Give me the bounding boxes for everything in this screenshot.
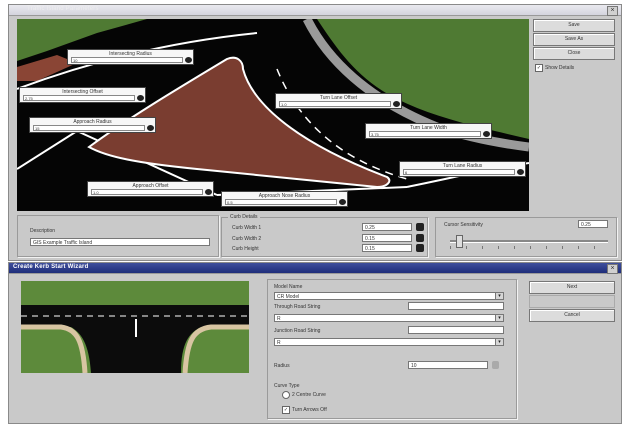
spin-icon[interactable] <box>416 244 424 252</box>
wizard-form-group: Model Name CR Model ▾ Through Road Strin… <box>267 279 517 419</box>
spin-icon[interactable] <box>339 199 346 205</box>
close-icon[interactable]: × <box>607 264 618 274</box>
description-group: Description GIS Example Traffic Island <box>17 215 219 257</box>
curve-option-label: 2 Centre Curve <box>292 392 326 398</box>
callout-turn-lane-width[interactable]: Turn Lane Width 3.75 <box>365 123 492 139</box>
title-bar[interactable]: Create Kerb Start Wizard × <box>9 263 621 274</box>
spin-icon[interactable] <box>416 223 424 231</box>
sensitivity-group: Cursor Sensitivity 0.25 <box>435 217 617 257</box>
turn-arrows-label: Turn Arrows Off <box>292 407 327 413</box>
callout-value[interactable]: 3.75 <box>369 131 481 137</box>
sensitivity-value-field[interactable]: 0.25 <box>578 220 608 228</box>
sensitivity-slider-track[interactable] <box>450 240 608 243</box>
spin-icon[interactable] <box>416 234 424 242</box>
junction-graphic <box>21 281 249 373</box>
callout-intersecting-offset[interactable]: Intersecting Offset 2.75 <box>19 87 146 103</box>
turn-arrows-checkbox[interactable]: ✓ <box>282 406 290 414</box>
callout-value[interactable]: 10 <box>71 57 183 63</box>
spin-icon[interactable] <box>517 169 524 175</box>
show-details-label: Show Details <box>545 65 575 71</box>
chevron-down-icon[interactable]: ▾ <box>495 339 503 345</box>
through-road-label: Through Road String <box>274 304 321 310</box>
curb-details-group: Curb Details Curb Width 1 0.25 Curb Widt… <box>221 214 428 257</box>
spin-icon[interactable] <box>185 57 192 63</box>
close-button[interactable]: Close <box>533 47 615 60</box>
junction-road-value: R <box>277 340 281 346</box>
callout-approach-nose-radius[interactable]: Approach Nose Radius 0.5 <box>221 191 348 207</box>
model-name-value: CR Model <box>277 294 300 300</box>
callout-turn-lane-radius[interactable]: Turn Lane Radius 6 <box>399 161 526 177</box>
junction-preview-image <box>21 281 249 373</box>
callout-approach-offset[interactable]: Approach Offset 1.0 <box>87 181 214 197</box>
spin-icon[interactable] <box>205 189 212 195</box>
through-road-extra-field[interactable] <box>408 302 504 310</box>
curve-type-label: Curve Type <box>274 383 300 389</box>
curve-option-radio[interactable] <box>282 391 290 399</box>
model-name-label: Model Name <box>274 284 303 290</box>
curb-width-2-label: Curb Width 2 <box>232 236 262 242</box>
spin-icon[interactable] <box>137 95 144 101</box>
callout-turn-lane-offset[interactable]: Turn Lane Offset 1.0 <box>275 93 402 109</box>
callout-value[interactable]: 2.75 <box>23 95 135 101</box>
curb-height-label: Curb Height <box>232 246 259 252</box>
spin-icon[interactable] <box>393 101 400 107</box>
window-title: Create Kerb Start Wizard <box>13 264 89 270</box>
chevron-down-icon[interactable]: ▾ <box>495 293 503 299</box>
curb-width-1-field[interactable]: 0.25 <box>362 223 412 231</box>
scene-viewport[interactable]: Intersecting Radius 10 Intersecting Offs… <box>17 19 529 211</box>
callout-value[interactable]: 1.0 <box>91 189 203 195</box>
kerb-wizard-window: Create Kerb Start Wizard × Model Name CR… <box>8 262 622 424</box>
chevron-down-icon[interactable]: ▾ <box>495 315 503 321</box>
title-bar[interactable]: Traffic Island Parameters × <box>9 5 621 16</box>
show-details-checkbox[interactable]: ✓ <box>535 64 543 72</box>
curb-details-label: Curb Details <box>228 214 260 220</box>
radius-label: Radius <box>274 363 290 369</box>
callout-intersecting-radius[interactable]: Intersecting Radius 10 <box>67 49 194 65</box>
save-as-button[interactable]: Save As <box>533 33 615 46</box>
callout-value[interactable]: 6 <box>403 169 515 175</box>
callout-value[interactable]: 1.0 <box>279 101 391 107</box>
callout-value[interactable]: 15 <box>33 125 145 131</box>
spin-icon[interactable] <box>492 361 499 369</box>
callout-approach-radius[interactable]: Approach Radius 15 <box>29 117 156 133</box>
junction-road-label: Junction Road String <box>274 328 321 334</box>
through-road-value: R <box>277 316 281 322</box>
island-parameters-window: Traffic Island Parameters × Intersecting <box>8 4 622 261</box>
slider-ticks <box>450 246 608 249</box>
button-spacer <box>529 295 615 308</box>
cancel-button[interactable]: Cancel <box>529 309 615 322</box>
model-name-select[interactable]: CR Model ▾ <box>274 292 504 300</box>
description-field[interactable]: GIS Example Traffic Island <box>30 238 210 246</box>
window-title: Traffic Island Parameters <box>27 6 99 12</box>
spin-icon[interactable] <box>147 125 154 131</box>
description-label: Description <box>30 228 56 234</box>
radius-field[interactable]: 10 <box>408 361 488 369</box>
through-road-select[interactable]: R ▾ <box>274 314 504 322</box>
curb-width-1-label: Curb Width 1 <box>232 225 262 231</box>
callout-value[interactable]: 0.5 <box>225 199 337 205</box>
next-button[interactable]: Next <box>529 281 615 294</box>
curb-width-2-field[interactable]: 0.15 <box>362 234 412 242</box>
curb-height-field[interactable]: 0.15 <box>362 244 412 252</box>
save-button[interactable]: Save <box>533 19 615 32</box>
close-icon[interactable]: × <box>607 6 618 16</box>
spin-icon[interactable] <box>483 131 490 137</box>
junction-road-extra-field[interactable] <box>408 326 504 334</box>
sensitivity-label: Cursor Sensitivity <box>444 222 483 228</box>
junction-road-select[interactable]: R ▾ <box>274 338 504 346</box>
